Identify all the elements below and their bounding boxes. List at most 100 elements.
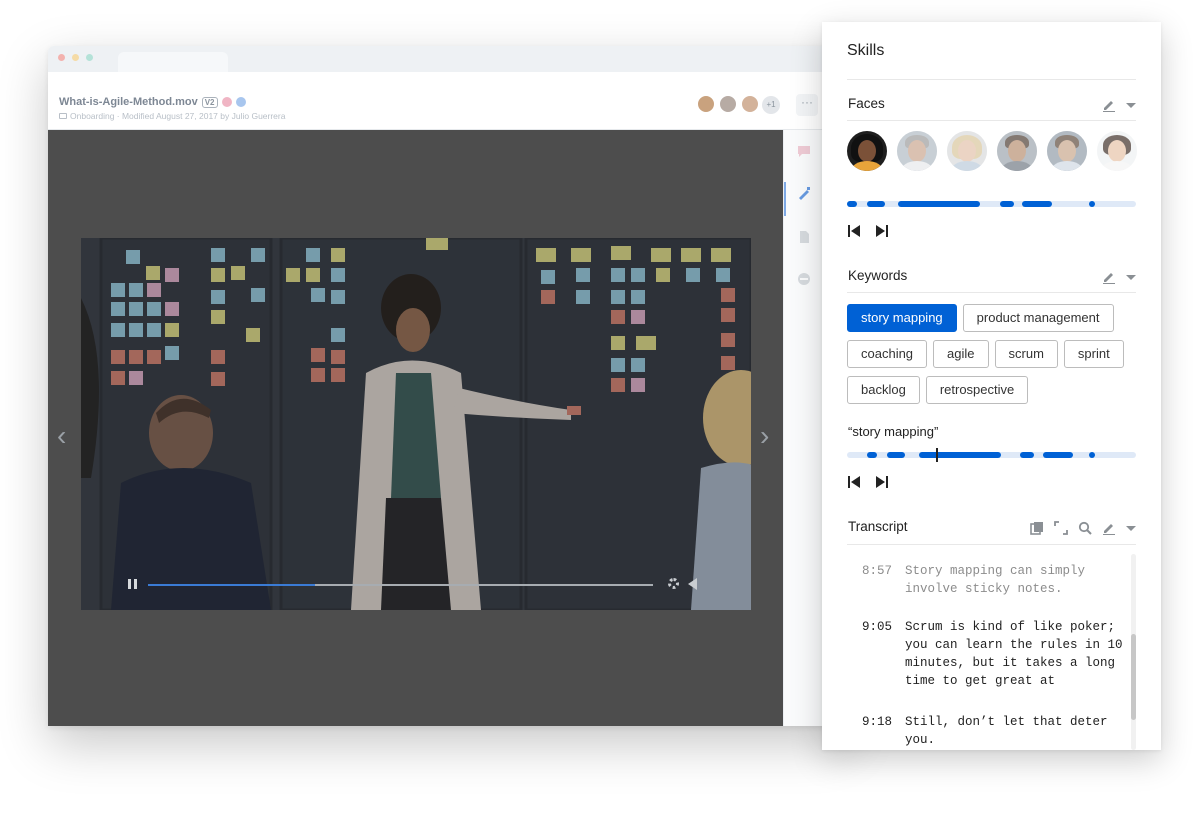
- occurrence-segment[interactable]: [887, 452, 905, 458]
- keyword-pill[interactable]: story mapping: [847, 304, 957, 332]
- occurrence-segment[interactable]: [867, 452, 877, 458]
- next-occurrence-icon[interactable]: [875, 224, 889, 238]
- keyword-pill[interactable]: agile: [933, 340, 989, 368]
- scrub-progress: [148, 584, 315, 586]
- faces-navigation: [847, 224, 889, 238]
- pause-icon[interactable]: [128, 579, 137, 589]
- minimize-window-dot[interactable]: [72, 54, 79, 61]
- file-name: What-is-Agile-Method.mov: [59, 96, 198, 108]
- transcript-list: 8:57 Story mapping can simply involve st…: [847, 554, 1136, 750]
- activity-icon[interactable]: [797, 272, 811, 286]
- keyword-timeline[interactable]: [847, 448, 1136, 462]
- keyword-pill[interactable]: product management: [962, 304, 1114, 332]
- expand-icon[interactable]: [1054, 521, 1068, 535]
- transcript-timestamp: 9:05: [861, 620, 892, 634]
- appearance-segment[interactable]: [1022, 201, 1052, 207]
- maximize-window-dot[interactable]: [86, 54, 93, 61]
- face-thumbnail[interactable]: [1047, 131, 1087, 171]
- face-thumbnail[interactable]: [947, 131, 987, 171]
- shared-link-icon[interactable]: [235, 97, 246, 107]
- video-scene-image: [81, 238, 751, 610]
- appearance-segment[interactable]: [867, 201, 885, 207]
- occurrence-segment[interactable]: [919, 452, 1001, 458]
- copy-icon[interactable]: [1030, 521, 1044, 535]
- keywords-section-title: Keywords: [848, 268, 908, 283]
- face-thumbnail[interactable]: [1097, 131, 1137, 171]
- keyword-pills: story mapping product management coachin…: [847, 304, 1142, 404]
- keyword-pill[interactable]: scrum: [994, 340, 1058, 368]
- faces-section-title: Faces: [848, 96, 885, 111]
- scrollbar-thumb[interactable]: [1131, 634, 1136, 720]
- edit-pencil-icon[interactable]: [1102, 270, 1116, 284]
- collaborator-avatar[interactable]: [696, 94, 716, 114]
- appearance-segment[interactable]: [1089, 201, 1095, 207]
- appearance-segment[interactable]: [847, 201, 857, 207]
- face-thumbnail[interactable]: [997, 131, 1037, 171]
- collaborator-avatar[interactable]: [740, 94, 760, 114]
- faces-timeline[interactable]: [847, 201, 1136, 207]
- video-frame[interactable]: [81, 238, 751, 610]
- keyword-pill[interactable]: backlog: [847, 376, 920, 404]
- selected-keyword-label: “story mapping”: [848, 424, 939, 439]
- transcript-tools: [1030, 521, 1136, 535]
- next-occurrence-icon[interactable]: [875, 475, 889, 489]
- previous-file-arrow[interactable]: ‹: [57, 422, 66, 450]
- previous-occurrence-icon[interactable]: [847, 224, 861, 238]
- skills-wand-icon[interactable]: [797, 186, 811, 200]
- collapse-chevron-down-icon[interactable]: [1126, 525, 1136, 531]
- close-window-dot[interactable]: [58, 54, 65, 61]
- version-badge[interactable]: V2: [201, 96, 218, 108]
- occurrence-segment[interactable]: [1043, 452, 1073, 458]
- file-title-row: What-is-Agile-Method.mov V2: [59, 96, 246, 108]
- settings-gear-icon[interactable]: [668, 578, 679, 589]
- scrub-bar[interactable]: [148, 584, 653, 586]
- playhead-marker[interactable]: [936, 448, 938, 462]
- divider: [847, 544, 1136, 545]
- keyword-pill[interactable]: sprint: [1063, 340, 1124, 368]
- comments-icon[interactable]: [797, 144, 811, 158]
- appearance-segment[interactable]: [898, 201, 980, 207]
- collaborator-avatar[interactable]: [718, 94, 738, 114]
- transcript-text: Scrum is kind of like poker; you can lea…: [905, 620, 1123, 688]
- face-thumbnail[interactable]: [897, 131, 937, 171]
- more-options-button[interactable]: ···: [796, 94, 818, 116]
- volume-icon[interactable]: [688, 578, 697, 590]
- faces-list: [847, 131, 1137, 171]
- search-icon[interactable]: [1078, 521, 1092, 535]
- keyword-pill[interactable]: coaching: [847, 340, 928, 368]
- folder-icon: [59, 113, 67, 119]
- transcript-entry[interactable]: 9:05 Scrum is kind of like poker; you ca…: [847, 618, 1127, 690]
- collaborator-overflow-count[interactable]: +1: [762, 96, 780, 114]
- occurrence-segment[interactable]: [1020, 452, 1034, 458]
- transcript-timestamp: 8:57: [861, 564, 892, 578]
- collapse-chevron-down-icon[interactable]: [1126, 102, 1136, 108]
- occurrence-segment[interactable]: [1089, 452, 1095, 458]
- skills-panel-title: Skills: [847, 42, 885, 59]
- transcript-text: Still, don’t let that deter you.: [905, 715, 1108, 747]
- faces-tools: [1102, 98, 1136, 112]
- window-chrome: [48, 46, 848, 72]
- edit-pencil-icon[interactable]: [1102, 98, 1116, 112]
- next-file-arrow[interactable]: ›: [760, 422, 769, 450]
- file-header: What-is-Agile-Method.mov V2 Onboarding ·…: [48, 72, 848, 130]
- transcript-section-title: Transcript: [848, 519, 908, 534]
- skills-panel: Skills Faces Keywords story mapping prod…: [822, 22, 1161, 750]
- face-thumbnail[interactable]: [847, 131, 887, 171]
- previous-occurrence-icon[interactable]: [847, 475, 861, 489]
- collapse-chevron-down-icon[interactable]: [1126, 274, 1136, 280]
- divider: [847, 120, 1136, 121]
- transcript-entry[interactable]: 9:18 Still, don’t let that deter you.: [847, 713, 1127, 749]
- details-document-icon[interactable]: [797, 230, 811, 244]
- appearance-segment[interactable]: [1000, 201, 1014, 207]
- browser-tab[interactable]: [118, 52, 228, 72]
- keyword-pill[interactable]: retrospective: [925, 376, 1029, 404]
- transcript-text: Story mapping can simply involve sticky …: [905, 564, 1086, 596]
- keyword-navigation: [847, 475, 889, 489]
- video-player[interactable]: ‹ ›: [48, 130, 783, 726]
- collab-status-icon: [221, 97, 232, 107]
- transcript-entry[interactable]: 8:57 Story mapping can simply involve st…: [847, 562, 1127, 598]
- active-rail-indicator: [784, 182, 786, 216]
- edit-pencil-icon[interactable]: [1102, 521, 1116, 535]
- transcript-scrollbar[interactable]: [1131, 554, 1136, 750]
- file-subtitle-row: Onboarding · Modified August 27, 2017 by…: [59, 111, 285, 121]
